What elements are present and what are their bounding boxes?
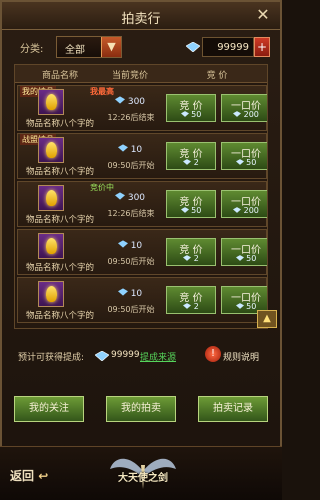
my-auctions-button[interactable]: 我的拍卖 — [106, 396, 176, 422]
diamond-icon — [180, 111, 189, 117]
diamond-icon — [117, 240, 128, 248]
category-selected: 全部 — [65, 45, 85, 56]
buyout-value: 50 — [222, 254, 267, 263]
filter-row: 分类: 全部 ▼ 99999 + — [6, 36, 276, 58]
header-bid: 竞 价 — [206, 71, 228, 81]
time-left: 09:50后开始 — [107, 161, 155, 170]
scroll-up-button[interactable]: ▲ — [257, 310, 277, 328]
diamond-icon — [114, 96, 125, 104]
item-icon[interactable] — [38, 137, 64, 163]
buyout-button[interactable]: 一口价 50 — [221, 238, 267, 266]
estimate-value: 99999 — [111, 350, 140, 360]
list-item[interactable]: 竞价中 物品名称八个字的 300 12:26后结束 竞 价 50 一口价 200 — [17, 181, 267, 227]
diamond-icon — [233, 111, 242, 117]
current-price: 10 — [106, 240, 154, 251]
buyout-value: 50 — [222, 158, 267, 167]
current-price: 10 — [106, 288, 154, 299]
diamond-icon — [186, 42, 200, 52]
current-price: 300 — [106, 96, 154, 107]
auction-list: 商品名称 当前竞价 竞 价 我的拍品 我最高 物品名称八个字的 300 12:2… — [14, 64, 268, 329]
logo-text: 大天使之剑 — [118, 473, 168, 484]
time-left: 09:50后开始 — [107, 257, 155, 266]
item-name: 物品名称八个字的 — [25, 167, 94, 177]
list-item[interactable]: 物品名称八个字的 10 09:50后开始 竞 价 2 一口价 50 — [17, 277, 267, 323]
current-price-value: 10 — [130, 145, 143, 155]
diamond-icon — [233, 207, 242, 213]
item-name: 物品名称八个字的 — [25, 215, 94, 225]
chevron-down-icon[interactable]: ▼ — [101, 37, 121, 57]
current-price: 10 — [106, 144, 154, 155]
time-left: 12:26后结束 — [107, 209, 155, 218]
time-left: 09:50后开始 — [107, 305, 155, 314]
page-title: 拍卖行 — [121, 12, 161, 27]
bid-value: 50 — [167, 206, 215, 215]
back-button[interactable]: 返回 ↩ — [10, 467, 48, 484]
auction-history-button[interactable]: 拍卖记录 — [198, 396, 268, 422]
estimate-label: 预计可获得提成: — [18, 353, 85, 363]
diamond-icon — [117, 144, 128, 152]
back-arrow-icon: ↩ — [34, 469, 49, 483]
current-price-value: 10 — [130, 241, 143, 251]
current-price-value: 300 — [127, 193, 146, 203]
current-price-value: 300 — [127, 97, 146, 107]
bid-button[interactable]: 竞 价 50 — [166, 94, 216, 122]
buyout-button[interactable]: 一口价 200 — [221, 94, 267, 122]
item-icon[interactable] — [38, 233, 64, 259]
bid-value: 2 — [167, 254, 215, 263]
category-label: 分类: — [20, 44, 44, 55]
header-current-bid: 当前竞价 — [111, 71, 148, 81]
diamond-icon — [183, 303, 192, 309]
diamond-icon — [235, 303, 244, 309]
item-icon[interactable] — [38, 185, 64, 211]
close-icon[interactable]: ✕ — [254, 6, 272, 24]
buyout-value: 200 — [222, 206, 267, 215]
diamond-icon — [95, 351, 109, 361]
diamond-icon — [114, 192, 125, 200]
item-icon[interactable] — [38, 281, 64, 307]
title-bar: 拍卖行 ✕ — [2, 2, 280, 30]
category-select[interactable]: 全部 ▼ — [56, 36, 122, 58]
item-name: 物品名称八个字的 — [25, 311, 94, 321]
bid-button[interactable]: 竞 价 2 — [166, 286, 216, 314]
item-icon[interactable] — [38, 89, 64, 115]
diamond-icon — [183, 159, 192, 165]
diamond-icon — [183, 255, 192, 261]
current-price: 300 — [106, 192, 154, 203]
currency-balance: 99999 — [202, 37, 254, 57]
info-icon[interactable]: ! — [205, 346, 221, 362]
footer-bar: 返回 ↩ 大天使之剑 — [0, 446, 282, 500]
header-item-name: 商品名称 — [41, 71, 78, 81]
bid-value: 50 — [167, 110, 215, 119]
commission-source-link[interactable]: 提成来源 — [140, 350, 176, 363]
rules-link[interactable]: 规则说明 — [223, 350, 259, 363]
list-item[interactable]: 战盟拍品 物品名称八个字的 10 09:50后开始 竞 价 2 一口价 50 — [17, 133, 267, 179]
back-label: 返回 — [10, 469, 35, 483]
diamond-icon — [117, 288, 128, 296]
diamond-icon — [235, 255, 244, 261]
current-price-value: 10 — [130, 289, 143, 299]
bid-button[interactable]: 竞 价 2 — [166, 238, 216, 266]
buyout-value: 200 — [222, 110, 267, 119]
my-watchlist-button[interactable]: 我的关注 — [14, 396, 84, 422]
diamond-icon — [235, 159, 244, 165]
game-logo: 大天使之剑 — [108, 451, 178, 495]
time-left: 12:26后结束 — [107, 113, 155, 122]
list-item[interactable]: 我的拍品 我最高 物品名称八个字的 300 12:26后结束 竞 价 50 一口… — [17, 85, 267, 131]
list-header: 商品名称 当前竞价 竞 价 — [15, 65, 267, 83]
bid-value: 2 — [167, 158, 215, 167]
list-item[interactable]: 物品名称八个字的 10 09:50后开始 竞 价 2 一口价 50 — [17, 229, 267, 275]
bid-button[interactable]: 竞 价 2 — [166, 142, 216, 170]
bid-button[interactable]: 竞 价 50 — [166, 190, 216, 218]
diamond-icon — [180, 207, 189, 213]
buyout-button[interactable]: 一口价 50 — [221, 142, 267, 170]
bid-value: 2 — [167, 302, 215, 311]
item-name: 物品名称八个字的 — [25, 263, 94, 273]
buyout-button[interactable]: 一口价 200 — [221, 190, 267, 218]
add-currency-button[interactable]: + — [254, 37, 270, 57]
item-name: 物品名称八个字的 — [25, 119, 94, 129]
